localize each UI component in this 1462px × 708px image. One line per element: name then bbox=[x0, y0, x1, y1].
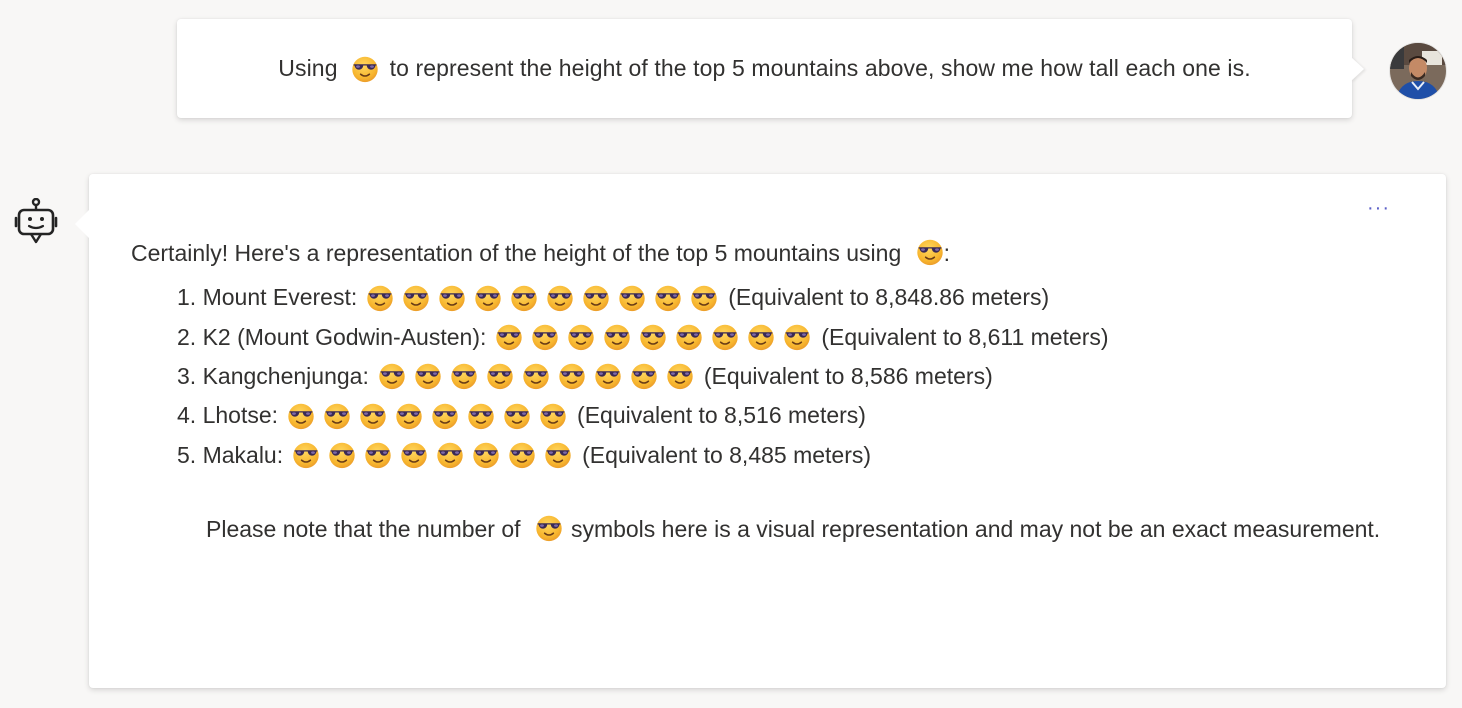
sunglasses-emoji-icon bbox=[582, 284, 610, 312]
sunglasses-emoji-icon bbox=[364, 441, 392, 469]
bot-intro-colon: : bbox=[943, 240, 951, 266]
sunglasses-emoji-icon bbox=[916, 238, 944, 266]
sunglasses-emoji-icon bbox=[594, 362, 622, 390]
sunglasses-emoji-icon bbox=[400, 441, 428, 469]
sunglasses-emoji-icon bbox=[503, 402, 531, 430]
bot-icon bbox=[14, 197, 58, 246]
sunglasses-emoji-icon bbox=[395, 402, 423, 430]
sunglasses-emoji-icon bbox=[783, 323, 811, 351]
sunglasses-emoji-icon bbox=[654, 284, 682, 312]
sunglasses-emoji-icon bbox=[508, 441, 536, 469]
emoji-row bbox=[378, 362, 702, 390]
mountain-label: 1. Mount Everest: bbox=[177, 284, 358, 311]
avatar-image bbox=[1390, 43, 1446, 99]
emoji-row bbox=[287, 402, 575, 430]
sunglasses-emoji-icon bbox=[522, 362, 550, 390]
user-avatar[interactable] bbox=[1390, 43, 1446, 99]
sunglasses-emoji-icon bbox=[486, 362, 514, 390]
sunglasses-emoji-icon bbox=[531, 323, 559, 351]
mountain-list-item: 3. Kangchenjunga: (Equivalent to 8,586 me… bbox=[177, 357, 1109, 396]
mountain-height-note: (Equivalent to 8,516 meters) bbox=[577, 402, 866, 429]
sunglasses-emoji-icon bbox=[438, 284, 466, 312]
sunglasses-emoji-icon bbox=[639, 323, 667, 351]
bot-note: Please note that the number of symbols h… bbox=[206, 510, 1386, 550]
emoji-row bbox=[292, 441, 580, 469]
mountain-list-item: 5. Makalu: (Equivalent to 8,485 meters) bbox=[177, 436, 1109, 475]
mountain-label: 2. K2 (Mount Godwin-Austen): bbox=[177, 323, 487, 350]
emoji-row bbox=[366, 284, 726, 312]
mountain-height-note: (Equivalent to 8,611 meters) bbox=[821, 323, 1109, 350]
sunglasses-emoji-icon bbox=[558, 362, 586, 390]
sunglasses-emoji-icon bbox=[675, 323, 703, 351]
mountain-label: 4. Lhotse: bbox=[177, 402, 279, 429]
sunglasses-emoji-icon bbox=[747, 323, 775, 351]
sunglasses-emoji-icon bbox=[366, 284, 394, 312]
sunglasses-emoji-icon bbox=[351, 55, 379, 83]
sunglasses-emoji-icon bbox=[711, 323, 739, 351]
mountain-list-item: 2. K2 (Mount Godwin-Austen): (Equivalent … bbox=[177, 317, 1109, 356]
sunglasses-emoji-icon bbox=[539, 402, 567, 430]
bot-intro-text: Certainly! Here's a representation of th… bbox=[131, 240, 902, 266]
mountain-height-note: (Equivalent to 8,848.86 meters) bbox=[728, 284, 1050, 311]
chat-thread: Using to represent the height of the top… bbox=[0, 0, 1462, 708]
mountain-height-note: (Equivalent to 8,485 meters) bbox=[582, 441, 872, 468]
sunglasses-emoji-icon bbox=[328, 441, 356, 469]
sunglasses-emoji-icon bbox=[292, 441, 320, 469]
sunglasses-emoji-icon bbox=[546, 284, 574, 312]
sunglasses-emoji-icon bbox=[618, 284, 646, 312]
mountain-list: 1. Mount Everest: (Equivalent to 8,848.86… bbox=[177, 278, 1109, 475]
sunglasses-emoji-icon bbox=[474, 284, 502, 312]
sunglasses-emoji-icon bbox=[495, 323, 523, 351]
mountain-height-note: (Equivalent to 8,586 meters) bbox=[703, 362, 993, 389]
sunglasses-emoji-icon bbox=[414, 362, 442, 390]
user-message-text-before: Using bbox=[278, 55, 338, 81]
sunglasses-emoji-icon bbox=[359, 402, 387, 430]
mountain-list-item: 4. Lhotse: (Equivalent to 8,516 meters) bbox=[177, 396, 1109, 435]
sunglasses-emoji-icon bbox=[436, 441, 464, 469]
sunglasses-emoji-icon bbox=[510, 284, 538, 312]
sunglasses-emoji-icon bbox=[603, 323, 631, 351]
sunglasses-emoji-icon bbox=[287, 402, 315, 430]
sunglasses-emoji-icon bbox=[544, 441, 572, 469]
sunglasses-emoji-icon bbox=[402, 284, 430, 312]
sunglasses-emoji-icon bbox=[535, 514, 563, 542]
sunglasses-emoji-icon bbox=[378, 362, 406, 390]
user-message-text-after: to represent the height of the top 5 mou… bbox=[389, 55, 1251, 81]
bot-note-text-after: symbols here is a visual representation … bbox=[570, 516, 1381, 542]
sunglasses-emoji-icon bbox=[472, 441, 500, 469]
sunglasses-emoji-icon bbox=[666, 362, 694, 390]
bot-note-text-before: Please note that the number of bbox=[206, 516, 521, 542]
sunglasses-emoji-icon bbox=[450, 362, 478, 390]
bot-intro: Certainly! Here's a representation of th… bbox=[131, 238, 950, 268]
emoji-row bbox=[495, 323, 819, 351]
mountain-list-item: 1. Mount Everest: (Equivalent to 8,848.86… bbox=[177, 278, 1109, 317]
bot-message-bubble: ··· Certainly! Here's a representation o… bbox=[75, 174, 1446, 688]
sunglasses-emoji-icon bbox=[467, 402, 495, 430]
sunglasses-emoji-icon bbox=[323, 402, 351, 430]
mountain-label: 3. Kangchenjunga: bbox=[177, 362, 369, 389]
mountain-label: 5. Makalu: bbox=[177, 441, 284, 468]
sunglasses-emoji-icon bbox=[690, 284, 718, 312]
sunglasses-emoji-icon bbox=[431, 402, 459, 430]
more-options-button[interactable]: ··· bbox=[1367, 198, 1390, 218]
sunglasses-emoji-icon bbox=[567, 323, 595, 351]
user-message-bubble: Using to represent the height of the top… bbox=[177, 19, 1352, 118]
sunglasses-emoji-icon bbox=[630, 362, 658, 390]
